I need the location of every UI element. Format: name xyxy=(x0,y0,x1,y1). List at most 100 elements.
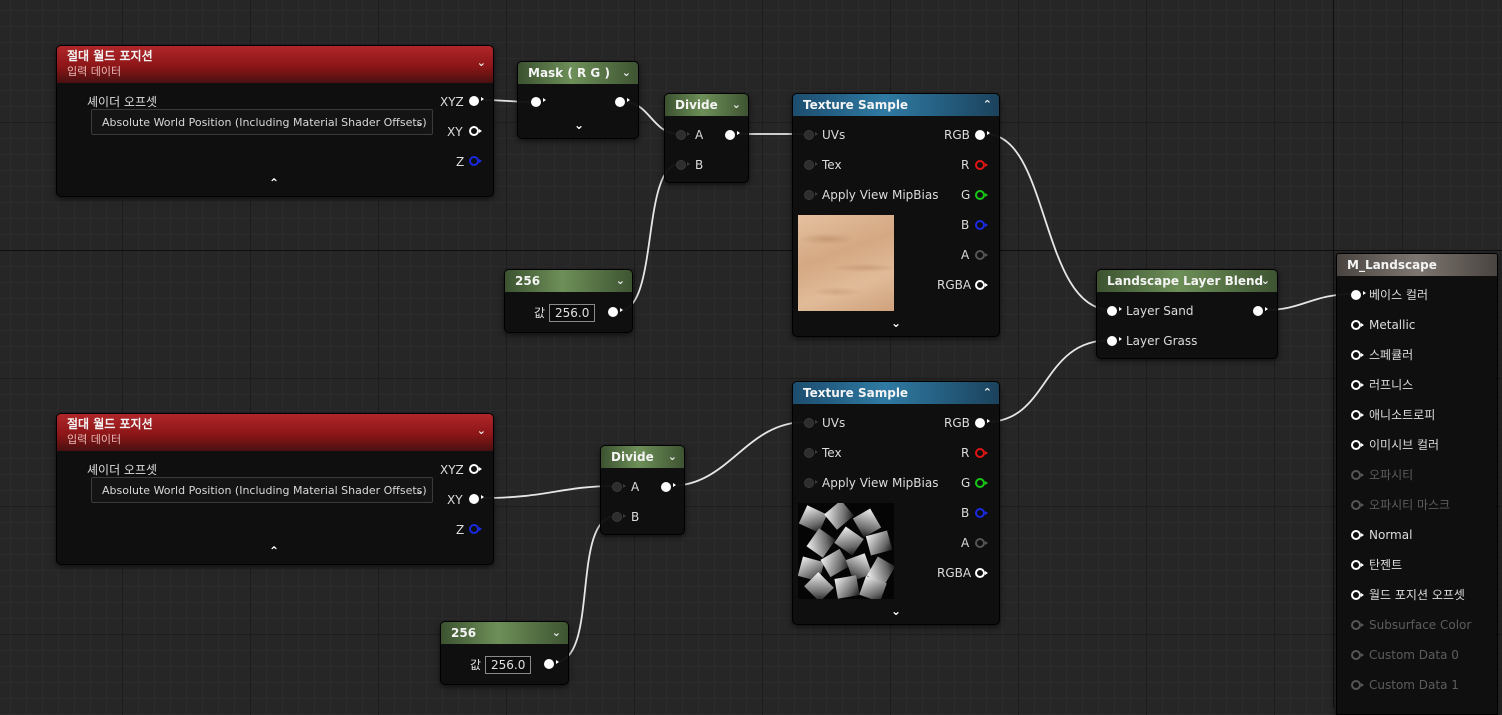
output-pin-rgb[interactable] xyxy=(975,130,990,140)
material-input-pin[interactable] xyxy=(1351,380,1364,390)
chevron-up-icon[interactable]: ⌃ xyxy=(269,544,279,558)
chevron-down-icon[interactable]: ⌄ xyxy=(574,118,584,132)
material-input-pin[interactable] xyxy=(1351,500,1364,510)
chevron-down-icon: ⌄ xyxy=(414,484,424,497)
output-pin-r[interactable] xyxy=(975,448,988,458)
output-pin[interactable] xyxy=(661,482,676,492)
chevron-down-icon[interactable]: ⌄ xyxy=(668,446,677,468)
input-pin-uvs[interactable] xyxy=(804,418,818,428)
landscape-layer-blend-node[interactable]: Landscape Layer Blend ⌄ Layer Sand Layer… xyxy=(1096,269,1278,359)
chevron-down-icon[interactable]: ⌄ xyxy=(477,55,486,70)
divide-node-1[interactable]: Divide ⌄ A B xyxy=(664,93,749,183)
value-input[interactable]: 256.0 xyxy=(549,304,596,322)
output-pin-g[interactable] xyxy=(975,190,988,200)
material-input-pin[interactable] xyxy=(1351,470,1364,480)
material-input-pin[interactable] xyxy=(1351,440,1364,450)
material-input-pin[interactable] xyxy=(1351,530,1364,540)
input-pin-uvs[interactable] xyxy=(804,130,818,140)
chevron-down-icon[interactable]: ⌄ xyxy=(616,270,625,292)
output-label-r: R xyxy=(961,158,970,172)
chevron-down-icon[interactable]: ⌄ xyxy=(891,316,901,330)
output-pin-rgba[interactable] xyxy=(975,280,988,290)
node-header[interactable]: 절대 월드 포지션 입력 데이터 ⌄ xyxy=(57,414,493,451)
output-pin-a[interactable] xyxy=(975,538,988,548)
output-pin-rgba[interactable] xyxy=(975,568,988,578)
output-label-rgba: RGBA xyxy=(937,566,972,580)
mask-node[interactable]: Mask ( R G ) ⌄ ⌄ xyxy=(517,61,639,139)
output-pin[interactable] xyxy=(725,130,740,140)
output-pin-a[interactable] xyxy=(975,250,988,260)
shader-offset-dropdown[interactable]: Absolute World Position (Including Mater… xyxy=(91,477,433,503)
node-subtitle: 입력 데이터 xyxy=(67,65,122,78)
output-pin-r[interactable] xyxy=(975,160,988,170)
chevron-up-icon[interactable]: ⌃ xyxy=(269,176,279,190)
texture-sample-node-1[interactable]: Texture Sample ⌃ UVs Tex Apply View MipB… xyxy=(792,93,1000,337)
input-label-tex: Tex xyxy=(822,158,842,172)
output-pin[interactable] xyxy=(544,659,559,669)
input-pin-tex[interactable] xyxy=(804,160,818,170)
constant-node-1[interactable]: 256 ⌄ 값 256.0 xyxy=(504,269,633,333)
output-pin-z[interactable] xyxy=(469,156,482,166)
material-result-node[interactable]: M_Landscape 베이스 컬러 Metallic 스페큘러 러프니스 애니소트로피… xyxy=(1336,253,1498,715)
material-input-pin[interactable] xyxy=(1351,350,1364,360)
node-header[interactable]: Texture Sample ⌃ xyxy=(793,382,999,404)
output-pin-rgb[interactable] xyxy=(975,418,990,428)
absolute-world-position-node-1[interactable]: 절대 월드 포지션 입력 데이터 ⌄ 셰이더 오프셋 Absolute Worl… xyxy=(56,45,494,197)
input-pin[interactable] xyxy=(531,97,546,107)
chevron-up-icon[interactable]: ⌃ xyxy=(983,382,992,404)
node-header[interactable]: Texture Sample ⌃ xyxy=(793,94,999,116)
absolute-world-position-node-2[interactable]: 절대 월드 포지션 입력 데이터 ⌄ 셰이더 오프셋 Absolute Worl… xyxy=(56,413,494,565)
output-pin-b[interactable] xyxy=(975,508,988,518)
input-pin-b[interactable] xyxy=(612,512,626,522)
value-input[interactable]: 256.0 xyxy=(485,656,532,674)
node-header[interactable]: 256 ⌄ xyxy=(505,270,632,292)
shader-offset-dropdown[interactable]: Absolute World Position (Including Mater… xyxy=(91,109,433,135)
texture-sample-node-2[interactable]: Texture Sample ⌃ UVs Tex Apply View MipB… xyxy=(792,381,1000,625)
material-input-label: Custom Data 1 xyxy=(1369,678,1459,692)
output-pin[interactable] xyxy=(608,307,623,317)
output-pin-z[interactable] xyxy=(469,524,482,534)
material-input-pin[interactable] xyxy=(1351,410,1364,420)
input-pin-tex[interactable] xyxy=(804,448,818,458)
chevron-down-icon[interactable]: ⌄ xyxy=(622,62,631,84)
material-input-pin[interactable] xyxy=(1351,650,1364,660)
node-title: M_Landscape xyxy=(1347,258,1437,272)
output-pin-xyz[interactable] xyxy=(469,464,482,474)
input-pin-a[interactable] xyxy=(676,130,690,140)
material-input-pin[interactable] xyxy=(1351,560,1364,570)
chevron-down-icon[interactable]: ⌄ xyxy=(891,604,901,618)
node-header[interactable]: 256 ⌄ xyxy=(441,622,568,644)
output-pin[interactable] xyxy=(615,97,630,107)
node-header[interactable]: M_Landscape xyxy=(1337,254,1497,276)
chevron-up-icon[interactable]: ⌃ xyxy=(983,94,992,116)
input-pin-a[interactable] xyxy=(612,482,626,492)
material-input-pin[interactable] xyxy=(1351,590,1364,600)
input-pin-mipbias[interactable] xyxy=(804,478,818,488)
divide-node-2[interactable]: Divide ⌄ A B xyxy=(600,445,685,535)
input-pin-layer-sand[interactable] xyxy=(1107,306,1122,316)
chevron-down-icon[interactable]: ⌄ xyxy=(552,622,561,644)
material-input-pin[interactable] xyxy=(1351,290,1366,300)
chevron-down-icon[interactable]: ⌄ xyxy=(732,94,741,116)
output-pin-xyz[interactable] xyxy=(469,96,484,106)
material-input-pin[interactable] xyxy=(1351,680,1364,690)
chevron-down-icon[interactable]: ⌄ xyxy=(1261,270,1270,292)
node-header[interactable]: Landscape Layer Blend ⌄ xyxy=(1097,270,1277,292)
input-pin-b[interactable] xyxy=(676,160,690,170)
input-pin-layer-grass[interactable] xyxy=(1107,336,1122,346)
node-header[interactable]: 절대 월드 포지션 입력 데이터 ⌄ xyxy=(57,46,493,83)
output-pin-xy[interactable] xyxy=(469,494,484,504)
chevron-down-icon[interactable]: ⌄ xyxy=(477,423,486,438)
output-pin-b[interactable] xyxy=(975,220,988,230)
constant-node-2[interactable]: 256 ⌄ 값 256.0 xyxy=(440,621,569,685)
output-pin-g[interactable] xyxy=(975,478,988,488)
output-pin-xy[interactable] xyxy=(469,126,482,136)
node-header[interactable]: Divide ⌄ xyxy=(665,94,748,116)
input-pin-mipbias[interactable] xyxy=(804,190,818,200)
input-label-b: B xyxy=(695,158,704,172)
node-header[interactable]: Divide ⌄ xyxy=(601,446,684,468)
node-header[interactable]: Mask ( R G ) ⌄ xyxy=(518,62,638,84)
material-input-pin[interactable] xyxy=(1351,320,1364,330)
material-input-pin[interactable] xyxy=(1351,620,1364,630)
output-pin[interactable] xyxy=(1253,306,1268,316)
